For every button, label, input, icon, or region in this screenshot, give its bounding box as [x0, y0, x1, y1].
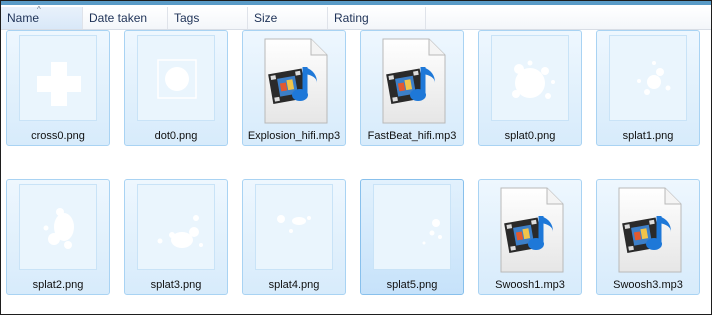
file-name-label: splat0.png	[504, 130, 556, 142]
file-name-label: splat5.png	[386, 279, 438, 291]
file-name-label: splat1.png	[622, 130, 674, 142]
audio-file-icon	[261, 37, 329, 125]
audio-file-icon	[379, 37, 447, 125]
file-tile[interactable]: splat4.png	[242, 179, 346, 295]
audio-file-icon	[497, 186, 565, 274]
file-name-label: splat3.png	[150, 279, 202, 291]
file-tile[interactable]: FastBeat_hifi.mp3	[360, 30, 464, 146]
file-tile[interactable]: Swoosh1.mp3	[478, 179, 582, 295]
image-thumbnail	[19, 184, 97, 270]
image-thumbnail	[19, 35, 97, 121]
file-tile[interactable]: splat2.png	[6, 179, 110, 295]
column-date-taken-label: Date taken	[89, 11, 148, 25]
file-name-label: Explosion_hifi.mp3	[247, 130, 341, 142]
column-name[interactable]: ^ Name	[1, 5, 83, 29]
column-rating[interactable]: Rating	[328, 7, 426, 29]
file-name-label: FastBeat_hifi.mp3	[367, 130, 457, 142]
file-name-label: splat4.png	[268, 279, 320, 291]
file-name-label: Swoosh3.mp3	[613, 279, 683, 291]
column-tags[interactable]: Tags	[168, 7, 248, 29]
file-tile[interactable]: splat5.png	[360, 179, 464, 295]
image-thumbnail	[137, 35, 215, 121]
column-date-taken[interactable]: Date taken	[83, 7, 168, 29]
image-thumbnail	[255, 184, 333, 270]
file-tile[interactable]: splat1.png	[596, 30, 700, 146]
image-thumbnail	[609, 35, 687, 121]
column-size[interactable]: Size	[248, 7, 328, 29]
file-tile[interactable]: splat3.png	[124, 179, 228, 295]
column-rating-label: Rating	[334, 11, 369, 25]
sort-ascending-icon: ^	[37, 5, 41, 14]
file-tile[interactable]: Explosion_hifi.mp3	[242, 30, 346, 146]
audio-file-icon	[615, 186, 683, 274]
image-thumbnail	[137, 184, 215, 270]
column-name-label: Name	[7, 11, 40, 25]
file-tile[interactable]: dot0.png	[124, 30, 228, 146]
explorer-window: ^ Name Date taken Tags Size Rating cross…	[0, 0, 712, 315]
file-name-label: cross0.png	[31, 130, 85, 142]
file-tile[interactable]: Swoosh3.mp3	[596, 179, 700, 295]
image-thumbnail	[373, 184, 451, 270]
file-tile[interactable]: cross0.png	[6, 30, 110, 146]
file-name-label: splat2.png	[32, 279, 84, 291]
file-tile[interactable]: splat0.png	[478, 30, 582, 146]
column-tags-label: Tags	[174, 11, 200, 25]
file-name-label: dot0.png	[154, 130, 198, 142]
top-accent-strip	[1, 1, 711, 5]
file-name-label: Swoosh1.mp3	[495, 279, 565, 291]
column-size-label: Size	[254, 11, 278, 25]
image-thumbnail	[491, 35, 569, 121]
column-header-bar: ^ Name Date taken Tags Size Rating	[1, 5, 711, 30]
